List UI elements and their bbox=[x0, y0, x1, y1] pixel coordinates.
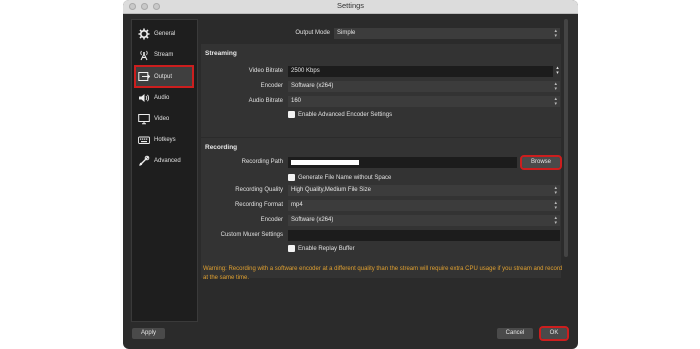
settings-sidebar: General Stream Output Audio Video Hotkey… bbox=[131, 19, 198, 322]
audio-bitrate-select[interactable]: 160 ▴ ▾ bbox=[288, 96, 560, 107]
audio-bitrate-value: 160 bbox=[291, 98, 302, 104]
recording-encoder-value: Software (x264) bbox=[291, 217, 334, 223]
sidebar-item-video[interactable]: Video bbox=[136, 109, 192, 128]
replay-buffer-checkbox[interactable]: Enable Replay Buffer bbox=[288, 245, 355, 252]
sidebar-item-label: Stream bbox=[154, 51, 174, 58]
ok-button[interactable]: OK bbox=[539, 326, 569, 341]
window-title: Settings bbox=[336, 1, 365, 10]
sidebar-item-label: General bbox=[154, 30, 176, 37]
stream-encoder-value: Software (x264) bbox=[291, 83, 334, 89]
recording-format-value: mp4 bbox=[291, 202, 303, 208]
video-bitrate-input[interactable]: 2500 Kbps ▴ ▾ bbox=[288, 66, 559, 77]
sidebar-item-stream[interactable]: Stream bbox=[136, 45, 192, 64]
output-mode-select[interactable]: Simple ▴ ▾ bbox=[334, 28, 560, 39]
redacted-path bbox=[291, 160, 359, 165]
checkbox-box[interactable] bbox=[288, 174, 295, 181]
browse-button[interactable]: Browse bbox=[520, 155, 562, 170]
chevron-updown-icon: ▴ ▾ bbox=[554, 215, 557, 226]
cancel-button[interactable]: Cancel bbox=[497, 328, 533, 339]
recording-quality-select[interactable]: High Quality,Medium File Size ▴ ▾ bbox=[288, 185, 560, 196]
chevron-updown-icon: ▴ ▾ bbox=[554, 96, 557, 107]
gear-icon bbox=[137, 27, 150, 40]
stream-encoder-label: Encoder bbox=[260, 83, 283, 89]
recording-title: Recording bbox=[205, 144, 238, 151]
chevron-updown-icon: ▴ ▾ bbox=[554, 200, 557, 211]
advanced-encoder-checkbox[interactable]: Enable Advanced Encoder Settings bbox=[288, 111, 392, 118]
sidebar-item-label: Output bbox=[154, 73, 173, 80]
sidebar-item-label: Advanced bbox=[154, 157, 181, 164]
title-bar: Settings bbox=[123, 0, 578, 14]
sidebar-item-label: Hotkeys bbox=[154, 136, 176, 143]
video-bitrate-label: Video Bitrate bbox=[248, 68, 283, 74]
recording-quality-value: High Quality,Medium File Size bbox=[291, 187, 371, 193]
chevron-updown-icon: ▴ ▾ bbox=[554, 185, 557, 196]
stepper-icon[interactable]: ▴ ▾ bbox=[554, 66, 561, 77]
checkbox-box[interactable] bbox=[288, 245, 295, 252]
settings-window: Settings General Stream Output Audio Vid… bbox=[123, 0, 578, 349]
custom-muxer-input[interactable] bbox=[288, 230, 560, 241]
replay-buffer-label: Enable Replay Buffer bbox=[298, 245, 355, 252]
recording-encoder-label: Encoder bbox=[260, 217, 283, 223]
audio-bitrate-row: Audio Bitrate 160 ▴ ▾ bbox=[201, 96, 561, 107]
video-bitrate-row: Video Bitrate 2500 Kbps ▴ ▾ bbox=[201, 66, 561, 77]
antenna-icon bbox=[137, 48, 150, 61]
stream-encoder-select[interactable]: Software (x264) ▴ ▾ bbox=[288, 81, 560, 92]
keyboard-icon bbox=[137, 133, 150, 146]
sidebar-item-hotkeys[interactable]: Hotkeys bbox=[136, 130, 192, 149]
advanced-encoder-label: Enable Advanced Encoder Settings bbox=[298, 111, 393, 118]
recording-path-input[interactable] bbox=[288, 157, 517, 168]
output-mode-row: Output Mode Simple ▴ ▾ bbox=[200, 28, 560, 39]
recording-format-label: Recording Format bbox=[234, 202, 283, 208]
monitor-icon bbox=[137, 112, 150, 125]
checkbox-box[interactable] bbox=[288, 111, 295, 118]
tools-icon bbox=[137, 154, 150, 167]
sidebar-item-general[interactable]: General bbox=[136, 24, 192, 43]
streaming-title: Streaming bbox=[205, 50, 237, 57]
output-icon bbox=[137, 70, 150, 83]
generate-filename-label: Generate File Name without Space bbox=[298, 174, 392, 181]
warning-text: Warning: Recording with a software encod… bbox=[203, 266, 563, 281]
recording-section: Recording Recording Path Browse Generate… bbox=[200, 137, 562, 279]
chevron-updown-icon: ▴ ▾ bbox=[554, 28, 557, 39]
recording-encoder-select[interactable]: Software (x264) ▴ ▾ bbox=[288, 215, 560, 226]
recording-path-label: Recording Path bbox=[241, 159, 283, 165]
recording-format-select[interactable]: mp4 ▴ ▾ bbox=[288, 200, 560, 211]
stream-encoder-row: Encoder Software (x264) ▴ ▾ bbox=[201, 81, 561, 92]
recording-quality-label: Recording Quality bbox=[235, 187, 283, 193]
recording-quality-row: Recording Quality High Quality,Medium Fi… bbox=[201, 185, 561, 196]
generate-filename-checkbox[interactable]: Generate File Name without Space bbox=[288, 174, 391, 181]
streaming-section: Streaming Video Bitrate 2500 Kbps ▴ ▾ Enc… bbox=[200, 43, 562, 138]
output-mode-value: Simple bbox=[337, 30, 356, 36]
speaker-icon bbox=[137, 91, 150, 104]
output-mode-label: Output Mode bbox=[295, 30, 330, 36]
custom-muxer-row: Custom Muxer Settings bbox=[201, 230, 561, 241]
sidebar-item-advanced[interactable]: Advanced bbox=[136, 151, 192, 170]
sidebar-item-audio[interactable]: Audio bbox=[136, 88, 192, 107]
recording-path-row: Recording Path Browse bbox=[201, 155, 562, 170]
recording-format-row: Recording Format mp4 ▴ ▾ bbox=[201, 200, 561, 211]
sidebar-item-label: Audio bbox=[154, 94, 170, 101]
custom-muxer-label: Custom Muxer Settings bbox=[220, 232, 283, 238]
chevron-updown-icon: ▴ ▾ bbox=[554, 81, 557, 92]
sidebar-item-output[interactable]: Output bbox=[134, 65, 194, 88]
apply-button[interactable]: Apply bbox=[132, 328, 165, 339]
recording-encoder-row: Encoder Software (x264) ▴ ▾ bbox=[201, 215, 561, 226]
audio-bitrate-label: Audio Bitrate bbox=[248, 98, 283, 104]
sidebar-item-label: Video bbox=[154, 115, 170, 122]
settings-scrollbar[interactable] bbox=[564, 19, 568, 257]
video-bitrate-value: 2500 Kbps bbox=[291, 68, 320, 74]
